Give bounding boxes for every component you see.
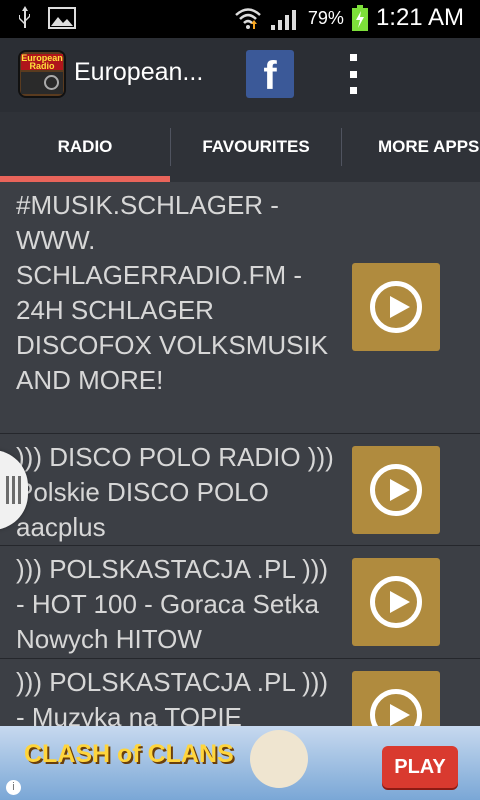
info-icon[interactable]: i [6, 780, 21, 795]
image-icon [48, 7, 76, 29]
tab-favourites[interactable]: FAVOURITES [171, 112, 341, 182]
play-button[interactable] [352, 263, 440, 351]
ad-logo: CLASH of CLANS [24, 740, 234, 768]
station-name: ))) DISCO POLO RADIO ))) Polskie DISCO P… [16, 442, 334, 542]
tab-bar: RADIO FAVOURITES MORE APPS [0, 112, 480, 182]
radio-icon [21, 72, 63, 94]
play-button[interactable] [352, 558, 440, 646]
app-title: European... [74, 58, 204, 86]
app-icon[interactable]: European Radio [18, 50, 66, 98]
ad-play-button[interactable]: PLAY [382, 746, 458, 788]
overflow-menu-icon[interactable] [346, 54, 360, 94]
station-item[interactable]: ))) POLSKASTACJA .PL ))) - HOT 100 - Gor… [0, 546, 480, 659]
ad-character-image [250, 730, 308, 788]
station-name: ))) POLSKASTACJA .PL ))) - HOT 100 - Gor… [16, 554, 329, 654]
station-list: #MUSIK.SCHLAGER - WWW. SCHLAGERRADIO.FM … [0, 182, 480, 726]
facebook-button[interactable]: f [246, 50, 294, 98]
station-name: ))) POLSKASTACJA .PL ))) - Muzyka na TOP… [16, 667, 329, 726]
usb-icon [19, 6, 30, 28]
app-icon-label: European Radio [21, 53, 63, 71]
play-button[interactable] [352, 446, 440, 534]
tab-radio[interactable]: RADIO [0, 112, 170, 182]
signal-icon [270, 10, 296, 30]
play-button[interactable] [352, 671, 440, 726]
ad-banner[interactable]: CLASH of CLANS PLAY i [0, 726, 480, 800]
wifi-icon [235, 8, 261, 29]
app-bar: European Radio European... f [0, 38, 480, 112]
battery-percent: 79% [307, 7, 344, 28]
status-bar: 79% 1:21 AM [0, 0, 480, 38]
tab-more-apps[interactable]: MORE APPS [342, 112, 480, 182]
station-item[interactable]: ))) POLSKASTACJA .PL ))) - Muzyka na TOP… [0, 659, 480, 726]
battery-charging-icon [351, 5, 368, 31]
clock: 1:21 AM [375, 4, 464, 31]
station-name: #MUSIK.SCHLAGER - WWW. SCHLAGERRADIO.FM … [16, 190, 329, 395]
station-item[interactable]: #MUSIK.SCHLAGER - WWW. SCHLAGERRADIO.FM … [0, 182, 480, 434]
station-item[interactable]: ))) DISCO POLO RADIO ))) Polskie DISCO P… [0, 434, 480, 546]
